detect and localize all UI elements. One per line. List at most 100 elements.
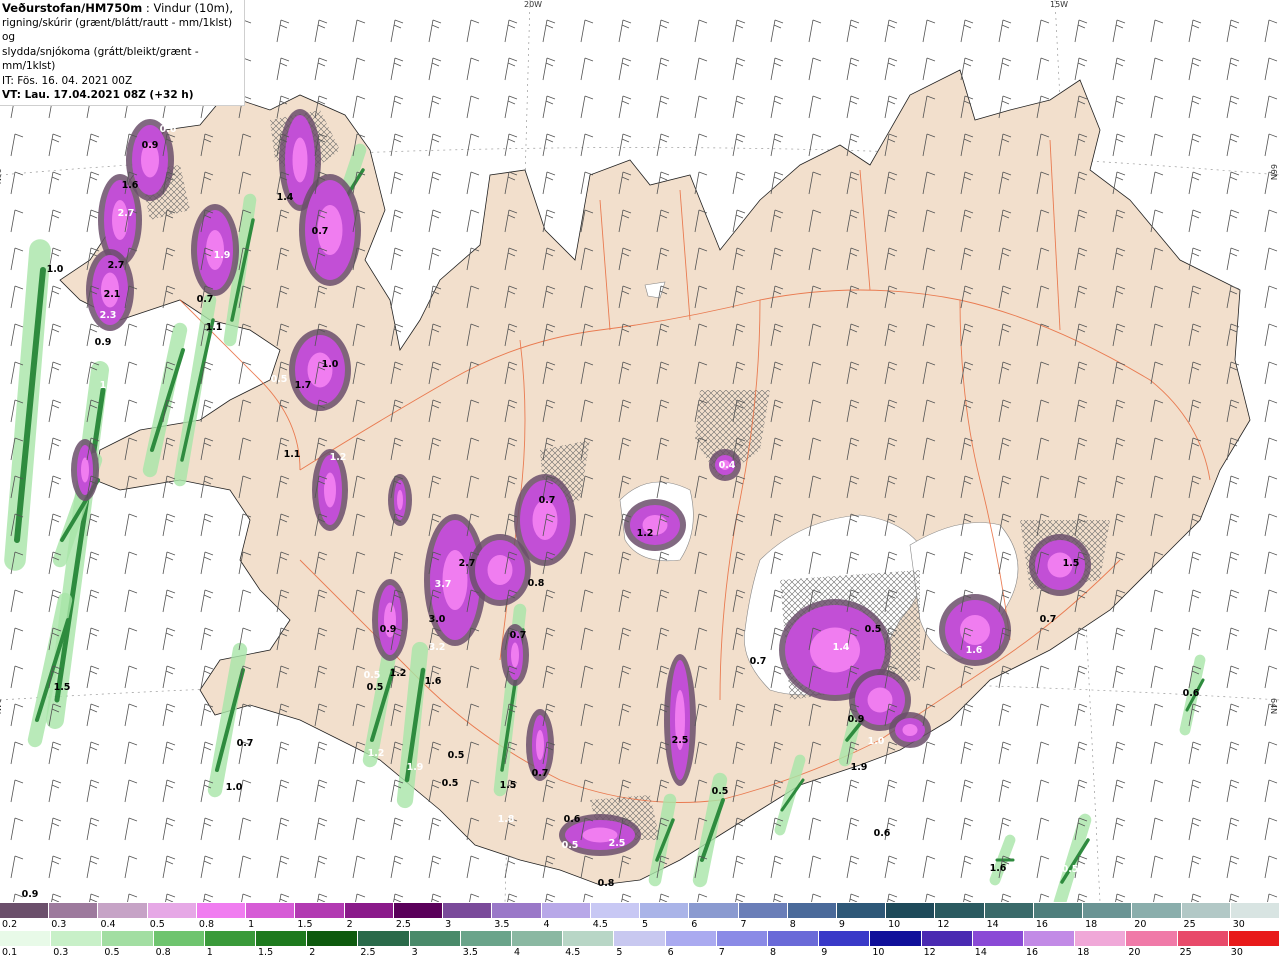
snow-legend-label: 0.8 (198, 919, 215, 930)
rain-legend-swatch (409, 931, 461, 946)
precip-value-label: 0.5 (1062, 864, 1079, 875)
precip-value-label: 1.2 (637, 528, 654, 539)
snow-legend-label: 2.5 (395, 919, 411, 930)
lon-label-15w: 15W (1050, 0, 1069, 9)
precip-value-label: 1.2 (390, 668, 407, 679)
precip-value-label: 0.5 (442, 778, 459, 789)
rain-legend-label: 2.5 (360, 947, 376, 958)
snow-legend-swatch (344, 903, 394, 918)
valid-time: VT: Lau. 17.04.2021 08Z (+32 h) (2, 89, 194, 101)
snow-legend-swatch (147, 903, 197, 918)
snow-legend-label: 8 (789, 919, 796, 930)
precip-value-label: 0.4 (719, 460, 736, 471)
precip-value-label: 0.9 (848, 714, 865, 725)
snow-legend-swatch (640, 903, 690, 918)
snow-legend-label: 14 (986, 919, 999, 930)
rain-legend-label: 3 (411, 947, 418, 958)
snow-legend-swatch (246, 903, 296, 918)
rain-legend-swatch (921, 931, 973, 946)
precip-value-label: 0.5 (562, 840, 579, 851)
rain-legend-label: 0.1 (2, 947, 18, 958)
precip-value-label: 1.1 (284, 449, 301, 460)
precip-value-label: 1.2 (330, 452, 347, 463)
rain-legend-label: 14 (974, 947, 987, 958)
snow-legend-swatch (295, 903, 345, 918)
lat-label-64n-right: 64N (1269, 698, 1278, 715)
rain-legend-label: 16 (1026, 947, 1039, 958)
snow-legend-label: 5 (642, 919, 649, 930)
rain-legend-label: 20 (1128, 947, 1141, 958)
lat-label-64n-left: 64N (0, 698, 2, 715)
rain-legend-swatch (716, 931, 769, 946)
snow-legend-label: 1.5 (297, 919, 313, 930)
rain-legend-swatch (358, 931, 410, 946)
rain-legend-swatch (1126, 931, 1178, 946)
snow-legend-swatch (590, 903, 641, 918)
precip-value-label: 3.0 (429, 614, 446, 625)
snow-blob-core (902, 724, 918, 736)
rain-legend-labels: 0.1 0.3 0.5 0.8 1 1.5 2 2.5 3 3.5 4 4.5 5 6 7 8 9 10 12 14 1… (0, 947, 1280, 959)
header-line-3: slydda/snjókoma (grátt/bleikt/grænt - mm… (2, 45, 199, 73)
snow-legend-label: 4 (543, 919, 550, 930)
precip-value-label: 2.3 (100, 310, 117, 321)
rain-legend-label: 1 (206, 947, 213, 958)
lat-label-66n-left: 66N (0, 168, 2, 185)
rain-legend-swatch (153, 931, 205, 946)
snow-legend-swatch (836, 903, 887, 918)
snow-legend-swatch (541, 903, 591, 918)
rain-legend-label: 18 (1077, 947, 1090, 958)
snow-legend-bar (0, 903, 1280, 918)
snow-blob-core (81, 457, 89, 483)
rain-legend-label: 12 (923, 947, 936, 958)
header-line-1: : Vindur (10m), (142, 1, 234, 15)
snow-legend-swatch (1083, 903, 1133, 918)
snow-legend-label: 10 (888, 919, 901, 930)
rain-legend-label: 9 (821, 947, 828, 958)
rain-legend-swatch (614, 931, 666, 946)
rain-legend-swatch (460, 931, 513, 946)
rain-legend-swatch (307, 931, 359, 946)
snow-legend-swatch (49, 903, 99, 918)
snow-legend-label: 3.5 (494, 919, 510, 930)
precip-value-label: 1.0 (322, 359, 339, 370)
rain-legend-swatch (870, 931, 922, 946)
rain-legend-label: 0.8 (155, 947, 171, 958)
precip-value-label: 1.8 (498, 814, 515, 825)
precip-value-label: 1.6 (122, 180, 139, 191)
precip-value-label: 1.6 (966, 645, 983, 656)
precip-value-label: 1.0 (226, 782, 243, 793)
precip-value-label: 0.9 (95, 337, 112, 348)
snow-blob-core (487, 555, 513, 585)
precip-value-label: 0.5 (364, 670, 381, 681)
precip-value-label: 1.0 (868, 736, 885, 747)
header-line-2: rigning/skúrir (grænt/blátt/rautt - mm/1… (2, 16, 233, 44)
weather-map-page: 0.6 0.9 1.6 2.7 2.7 2.1 2.3 0.9 1.0 1.3 1.4 0.7 1.9 0… (0, 0, 1280, 960)
rain-legend-label: 1.5 (258, 947, 274, 958)
snow-blob-core (324, 472, 336, 508)
snow-legend-label: 0.5 (149, 919, 165, 930)
snow-legend-label: 25 (1183, 919, 1196, 930)
precip-value-label: 1.6 (990, 863, 1007, 874)
precip-value-label: 1.9 (407, 762, 424, 773)
snow-legend-swatch (0, 903, 50, 918)
precip-value-label: 3.7 (435, 579, 452, 590)
precip-value-label: 0.6 (1204, 696, 1221, 707)
rain-legend-swatch (1024, 931, 1076, 946)
rain-legend-swatch (1075, 931, 1127, 946)
precip-value-label: 1.2 (368, 748, 385, 759)
precip-value-label: 2.1 (104, 289, 121, 300)
precip-value-label: 1.9 (214, 250, 231, 261)
precip-value-label: 0.5 (448, 750, 465, 761)
precip-value-label: 1.7 (295, 380, 312, 391)
snow-legend-swatch (787, 903, 837, 918)
rain-legend-swatch (512, 931, 564, 946)
map-header: Veðurstofan/HM750m : Vindur (10m), rigni… (0, 0, 245, 106)
rain-legend-label: 10 (872, 947, 885, 958)
precip-value-label: 0.7 (312, 226, 329, 237)
snow-legend-swatch (935, 903, 985, 918)
snow-blob-core (536, 730, 544, 760)
precip-value-label: 1.4 (277, 192, 294, 203)
snow-legend-label: 30 (1232, 919, 1245, 930)
snow-blob-core (397, 490, 403, 510)
forecast-map: 0.60.91.62.72.72.12.30.91.01.31.40.71.90… (0, 0, 1280, 902)
